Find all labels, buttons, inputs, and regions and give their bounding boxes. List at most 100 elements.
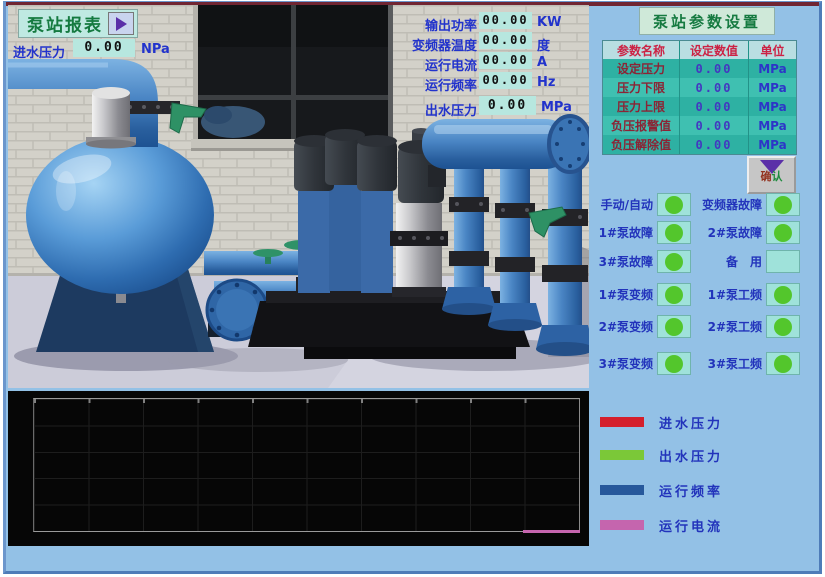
- confirm-button-label: 确认: [761, 168, 783, 184]
- tank-top-fitting: [86, 87, 136, 149]
- table-row: 压力上限 0.00 MPa: [603, 97, 796, 116]
- param-name: 压力上限: [603, 97, 680, 116]
- lamp-icon: [665, 318, 683, 336]
- param-unit: MPa: [749, 116, 796, 135]
- legend-label-run-current: 运行电流: [659, 516, 723, 535]
- param-value[interactable]: 0.00: [680, 78, 749, 97]
- parameter-table-header: 参数名称 设定数值 单位: [603, 41, 796, 59]
- outlet-pressure-label: 出水压力: [402, 100, 477, 119]
- run-frequency-label: 运行频率: [402, 75, 477, 94]
- settings-panel-title: 泵站参数设置: [639, 7, 775, 35]
- green-handwheel: [253, 249, 283, 257]
- status-row: 3#泵变频 3#泵工频: [589, 352, 801, 375]
- legend-swatch-run-current: [600, 520, 644, 530]
- run-current-label: 运行电流: [402, 55, 477, 74]
- status-label-spare: 备 用: [696, 253, 762, 270]
- lamp-icon: [665, 286, 683, 304]
- legend-swatch-outlet-pressure: [600, 450, 644, 460]
- status-lamp-pump2-mains: [766, 315, 800, 338]
- lamp-icon: [665, 224, 683, 242]
- parameter-table: 参数名称 设定数值 单位 设定压力 0.00 MPa 压力下限 0.00 MPa…: [602, 40, 797, 155]
- confirm-button[interactable]: 确认: [747, 156, 796, 194]
- legend-label-outlet-pressure: 出水压力: [659, 446, 723, 465]
- trend-plot-area: [33, 398, 580, 532]
- legend-swatch-run-frequency: [600, 485, 644, 495]
- output-power-value: 00.00: [479, 12, 532, 29]
- lamp-icon: [774, 196, 792, 214]
- lamp-icon: [774, 355, 792, 373]
- inverter-temp-label: 变频器温度: [402, 35, 477, 54]
- status-lamp-pump1-mains: [766, 283, 800, 306]
- status-row: 3#泵故障 备 用: [589, 250, 801, 273]
- table-row: 设定压力 0.00 MPa: [603, 59, 796, 78]
- param-unit: MPa: [749, 59, 796, 78]
- status-lamp-spare: [766, 250, 800, 273]
- status-label-pump1-mains: 1#泵工频: [696, 286, 762, 303]
- param-name: 负压报警值: [603, 116, 680, 135]
- status-label-pump2-mains: 2#泵工频: [696, 318, 762, 335]
- status-lamp-pump3-fault: [657, 250, 691, 273]
- status-lamp-pump3-vfd: [657, 352, 691, 375]
- outlet-pressure-unit: MPa: [541, 100, 572, 115]
- run-current-unit: A: [537, 55, 547, 70]
- param-value[interactable]: 0.00: [680, 135, 749, 154]
- col-header-unit: 单位: [749, 41, 796, 59]
- play-arrow-icon[interactable]: [108, 12, 134, 35]
- inlet-pressure-unit: NPa: [141, 42, 170, 57]
- status-label-pump2-fault: 2#泵故障: [696, 224, 762, 241]
- status-label-pump3-fault: 3#泵故障: [589, 253, 653, 270]
- param-value[interactable]: 0.00: [680, 97, 749, 116]
- status-lamp-pump3-mains: [766, 352, 800, 375]
- report-button[interactable]: 泵站报表: [18, 9, 138, 38]
- outlet-pressure-value: 0.00: [479, 96, 536, 115]
- window: [191, 5, 395, 151]
- inverter-temp-unit: 度: [537, 35, 550, 54]
- legend-item: 出水压力: [600, 448, 723, 462]
- param-value[interactable]: 0.00: [680, 116, 749, 135]
- axis-ticks: [34, 399, 579, 403]
- status-label-inverter-fault: 变频器故障: [696, 196, 762, 213]
- status-row: 2#泵变频 2#泵工频: [589, 315, 801, 338]
- trend-chart: [8, 391, 589, 546]
- status-lamp-pump2-vfd: [657, 315, 691, 338]
- col-header-name: 参数名称: [603, 41, 680, 59]
- lamp-icon: [665, 355, 683, 373]
- status-row: 1#泵故障 2#泵故障: [589, 221, 801, 244]
- lamp-icon: [665, 253, 683, 271]
- output-power-unit: KW: [537, 15, 561, 30]
- table-row: 负压报警值 0.00 MPa: [603, 116, 796, 135]
- status-label-pump2-vfd: 2#泵变频: [589, 318, 653, 335]
- param-name: 压力下限: [603, 78, 680, 97]
- param-value[interactable]: 0.00: [680, 59, 749, 78]
- legend-item: 运行频率: [600, 483, 723, 497]
- param-unit: MPa: [749, 78, 796, 97]
- param-name: 负压解除值: [603, 135, 680, 154]
- run-frequency-unit: Hz: [537, 75, 555, 90]
- legend-label-inlet-pressure: 进水压力: [659, 413, 723, 432]
- run-current-trace: [523, 530, 580, 533]
- report-button-label: 泵站报表: [27, 11, 103, 36]
- legend-swatch-inlet-pressure: [600, 417, 644, 427]
- status-lamp-inverter-fault: [766, 193, 800, 216]
- run-current-value: 00.00: [479, 52, 532, 69]
- status-label-pump3-vfd: 3#泵变频: [589, 355, 653, 372]
- param-unit: MPa: [749, 97, 796, 116]
- table-row: 压力下限 0.00 MPa: [603, 78, 796, 97]
- status-row: 手动/自动 变频器故障: [589, 193, 801, 216]
- status-lamp-pump2-fault: [766, 221, 800, 244]
- inlet-pressure-value: 0.00: [73, 39, 135, 57]
- status-lamp-manual-auto[interactable]: [657, 193, 691, 216]
- inverter-temp-value: 00.00: [479, 32, 532, 49]
- status-row: 1#泵变频 1#泵工频: [589, 283, 801, 306]
- status-label-pump1-vfd: 1#泵变频: [589, 286, 653, 303]
- legend-item: 运行电流: [600, 518, 723, 532]
- status-label-manual-auto: 手动/自动: [589, 196, 653, 213]
- lamp-icon: [665, 196, 683, 214]
- legend-label-run-frequency: 运行频率: [659, 481, 723, 500]
- lamp-icon: [774, 224, 792, 242]
- col-header-value: 设定数值: [680, 41, 749, 59]
- run-frequency-value: 00.00: [479, 72, 532, 89]
- lamp-icon: [774, 286, 792, 304]
- status-label-pump3-mains: 3#泵工频: [696, 355, 762, 372]
- legend-item: 进水压力: [600, 415, 723, 429]
